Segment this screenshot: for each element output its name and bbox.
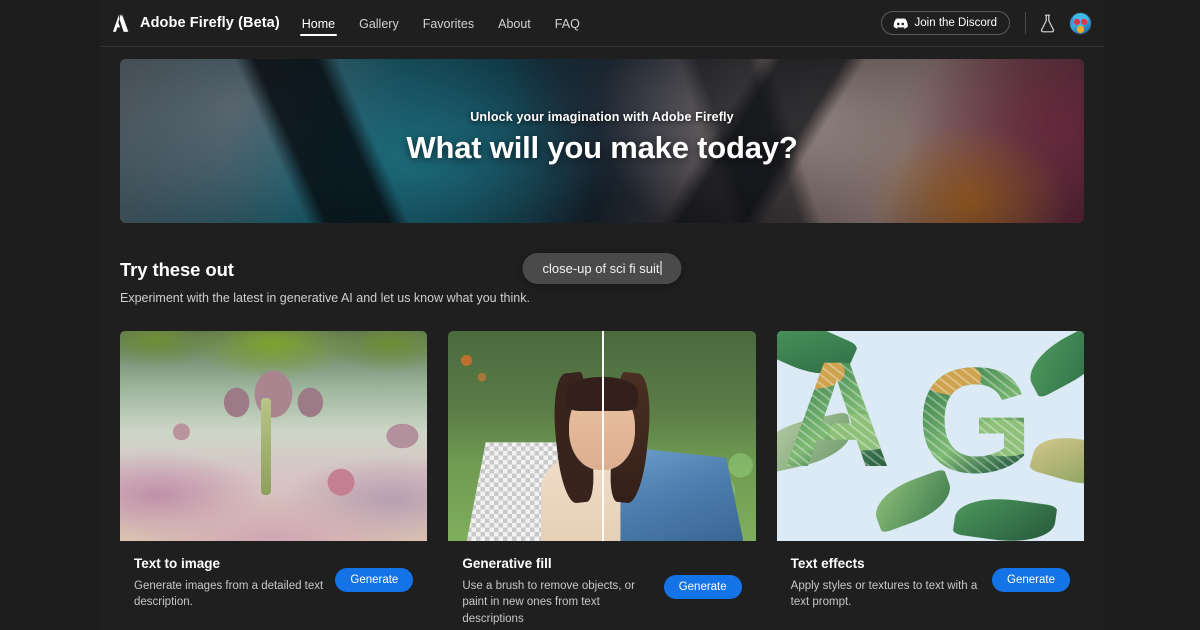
nav-item-gallery[interactable]: Gallery: [359, 0, 399, 47]
app-header: Adobe Firefly (Beta) Home Gallery Favori…: [100, 0, 1104, 47]
join-discord-label: Join the Discord: [914, 17, 997, 29]
flask-icon[interactable]: [1039, 14, 1056, 33]
card-description: Apply styles or textures to text with a …: [790, 580, 978, 609]
leafy-letter-g: G: [916, 336, 1034, 504]
user-avatar[interactable]: [1069, 11, 1092, 35]
card-text-to-image[interactable]: Text to image Generate images from a det…: [120, 331, 428, 627]
card-text-effects[interactable]: A G Text effects Apply styles or texture…: [776, 331, 1084, 627]
card-description: Use a brush to remove objects, or paint …: [462, 580, 635, 625]
generate-button-generative-fill[interactable]: Generate: [663, 575, 742, 599]
card-title: Text effects: [790, 556, 865, 571]
feature-cards: Text to image Generate images from a det…: [120, 331, 1084, 627]
hero-title: What will you make today?: [406, 130, 798, 165]
nav-item-faq[interactable]: FAQ: [555, 0, 580, 47]
card-image-fantasy-garden: [120, 331, 428, 541]
leaf-decoration: [1028, 427, 1084, 495]
generate-button-text-effects[interactable]: Generate: [992, 568, 1070, 592]
card-generative-fill[interactable]: Generative fill Use a brush to remove ob…: [448, 331, 756, 627]
nav-item-home[interactable]: Home: [299, 0, 338, 47]
prompt-input[interactable]: close-up of sci fi suit: [522, 253, 682, 284]
card-image-generative-fill: [448, 331, 756, 541]
card-title: Text to image: [134, 556, 221, 571]
card-body: Text effects Apply styles or textures to…: [777, 541, 1084, 611]
prompt-input-value: close-up of sci fi suit: [542, 261, 660, 276]
main-nav: Home Gallery Favorites About FAQ: [299, 0, 580, 47]
brand[interactable]: Adobe Firefly (Beta): [112, 14, 280, 32]
join-discord-button[interactable]: Join the Discord: [880, 11, 1010, 35]
card-description: Generate images from a detailed text des…: [134, 580, 324, 609]
brand-name: Adobe Firefly (Beta): [140, 15, 280, 31]
card-body: Generative fill Use a brush to remove ob…: [448, 541, 755, 627]
header-actions: Join the Discord: [880, 11, 1104, 35]
card-body: Text to image Generate images from a det…: [120, 541, 427, 611]
generate-button-text-to-image[interactable]: Generate: [335, 568, 414, 592]
leafy-letter-a: A: [782, 331, 891, 498]
nav-item-favorites[interactable]: Favorites: [423, 0, 474, 47]
firefly-page: Adobe Firefly (Beta) Home Gallery Favori…: [0, 0, 1200, 630]
card-image-text-effects: A G: [776, 331, 1084, 541]
card-texts: Text to image Generate images from a det…: [134, 556, 325, 611]
hero-text-block: Unlock your imagination with Adobe Firef…: [120, 59, 1084, 223]
nav-item-about[interactable]: About: [498, 0, 531, 47]
hero-banner-image: Unlock your imagination with Adobe Firef…: [120, 59, 1084, 223]
hero-section: Unlock your imagination with Adobe Firef…: [100, 47, 1104, 284]
card-texts: Text effects Apply styles or textures to…: [791, 556, 982, 611]
header-divider: [1025, 12, 1026, 34]
before-after-split-line: [601, 331, 604, 541]
text-cursor: [660, 261, 662, 275]
content-frame: Adobe Firefly (Beta) Home Gallery Favori…: [100, 0, 1104, 630]
card-texts: Generative fill Use a brush to remove ob…: [462, 556, 653, 627]
adobe-logo-icon: [112, 14, 129, 32]
hero-kicker: Unlock your imagination with Adobe Firef…: [470, 110, 734, 124]
discord-icon: [893, 17, 908, 29]
section-subtitle: Experiment with the latest in generative…: [120, 291, 530, 305]
card-title: Generative fill: [462, 556, 552, 571]
